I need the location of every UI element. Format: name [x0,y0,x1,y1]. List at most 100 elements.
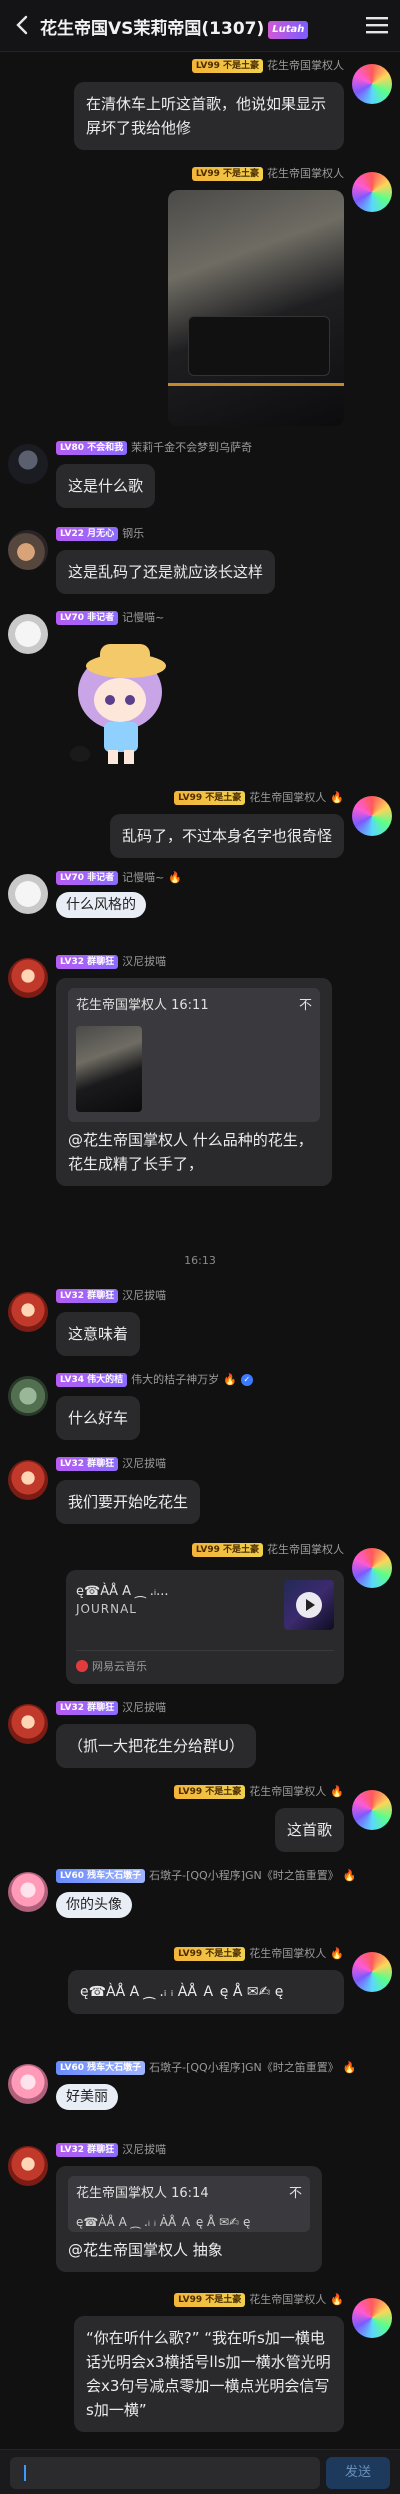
avatar[interactable] [8,1376,48,1416]
sender-meta: LV34 伟大的桔 伟大的桔子神万岁 🔥 ✓ [56,1372,253,1388]
level-badge: LV60 残车大石墩子 [56,1869,146,1883]
message-item: LV99 不是土豪 花生帝国掌权人 🔥 “你在听什么歌?” “我在听s加一横电话光明… [0,2292,400,2442]
avatar[interactable] [8,1460,48,1500]
message-bubble[interactable]: 花生帝国掌权人 16:11 不 @花生帝国掌权人 什么品种的花生，花生成精了长手了… [56,978,332,1186]
message-bubble[interactable]: 你的头像 [56,1892,132,1918]
level-badge: LV34 伟大的桔 [56,1373,128,1387]
avatar[interactable] [352,172,392,212]
avatar[interactable] [8,874,48,914]
level-badge: LV99 不是土豪 [174,2293,246,2307]
sender-meta: LV32 群聊狂 汉尼拔喵 [56,1700,166,1716]
message-item: LV34 伟大的桔 伟大的桔子神万岁 🔥 ✓ 什么好车 [0,1372,400,1448]
sender-name: 石墩子-[QQ小程序]GN《时之笛重置》 [149,1869,339,1882]
level-badge: LV99 不是土豪 [174,1785,246,1799]
sender-meta: LV22 月无心 钢乐 [56,526,144,542]
avatar[interactable] [8,1872,48,1912]
netease-icon [76,1660,88,1672]
sender-meta: LV99 不是土豪 花生帝国掌权人 [191,1542,344,1558]
sender-name: 汉尼拔喵 [122,1701,167,1714]
message-input[interactable] [10,2457,320,2489]
sticker-image[interactable] [48,634,198,774]
chat-title: 花生帝国VS茉莉帝国(1307) Lutah [40,14,309,39]
avatar[interactable] [8,2064,48,2104]
reply-sender: 花生帝国掌权人 16:14 [76,2186,209,2201]
avatar[interactable] [352,2298,392,2338]
level-badge: LV80 不会和我 [56,441,128,455]
sender-name: 汉尼拔喵 [122,1457,167,1470]
menu-icon[interactable] [366,15,388,35]
sender-name: 花生帝国掌权人 [249,1785,327,1798]
music-subtitle: JOURNAL [76,1602,137,1616]
sender-name: 钢乐 [122,527,145,540]
message-bubble[interactable]: 花生帝国掌权人 16:14 不 ę☎ÀÅ A ⁔ .ᵢ ᵢ ÀÅ Ａ ę Å ✉✍… [56,2166,322,2272]
avatar[interactable] [8,444,48,484]
message-bubble[interactable]: ę☎ÀÅ A ⁔ .ᵢ ᵢ ÀÅ Ａ ę Å ✉✍ ę [68,1970,344,2014]
level-badge: LV99 不是土豪 [191,1543,263,1557]
message-bubble[interactable]: 什么好车 [56,1396,141,1440]
level-badge: LV60 残车大石墩子 [56,2061,146,2075]
level-badge: LV70 非记者 [56,871,119,885]
message-bubble[interactable]: 这意味着 [56,1312,141,1356]
message-bubble[interactable]: 这是乱码了还是就应该长这样 [56,550,276,594]
avatar[interactable] [8,530,48,570]
avatar[interactable] [8,1704,48,1744]
avatar[interactable] [8,958,48,998]
image-message[interactable] [168,190,344,426]
timestamp: 16:13 [184,1254,216,1267]
message-bubble[interactable]: 在清休车上听这首歌，他说如果显示屏坏了我给他修 [74,82,344,150]
sender-name: 记慢喵~ [122,871,165,884]
avatar[interactable] [8,2146,48,2186]
avatar[interactable] [352,1790,392,1830]
message-item: LV32 群聊狂 汉尼拔喵 这意味着 [0,1288,400,1364]
level-badge: LV99 不是土豪 [191,167,263,181]
avatar[interactable] [352,64,392,104]
level-badge: LV99 不是土豪 [174,1947,246,1961]
play-icon[interactable] [296,1592,322,1618]
message-bubble[interactable]: 乱码了，不过本身名字也很奇怪 [109,814,344,858]
sender-meta: LV99 不是土豪 花生帝国掌权人 [191,166,344,182]
message-item: LV99 不是土豪 花生帝国掌权人 🔥 ę☎ÀÅ A ⁔ .ᵢ ᵢ ÀÅ Ａ ę Å… [0,1946,400,2052]
message-item: LV99 不是土豪 花生帝国掌权人 [0,166,400,432]
level-badge: LV32 群聊狂 [56,1289,119,1303]
quoted-reply[interactable]: 花生帝国掌权人 16:11 不 [68,988,320,1122]
avatar[interactable] [8,1292,48,1332]
sender-meta: LV70 非记者 记慢喵~ [56,610,164,626]
sender-name: 花生帝国掌权人 [249,791,327,804]
message-bubble[interactable]: 我们要开始吃花生 [56,1480,201,1524]
back-icon[interactable] [10,12,36,38]
message-bubble[interactable]: 这是什么歌 [56,464,156,508]
photo-detail [188,316,330,376]
avatar[interactable] [8,614,48,654]
sender-meta: LV32 群聊狂 汉尼拔喵 [56,2142,166,2158]
message-bubble[interactable]: 好美丽 [56,2084,118,2110]
fire-icon: 🔥 [342,1869,357,1882]
level-badge: LV99 不是土豪 [191,59,263,73]
avatar[interactable] [352,1952,392,1992]
sender-name: 记慢喵~ [122,611,165,624]
divider [76,1650,334,1651]
avatar[interactable] [352,1548,392,1588]
level-badge: LV32 群聊狂 [56,955,119,969]
message-item: LV32 群聊狂 汉尼拔喵 （抓一大把花生分给群U） [0,1700,400,1776]
reply-header: 花生帝国掌权人 16:11 不 [76,994,312,1018]
message-bubble[interactable]: 什么风格的 [56,892,146,918]
sender-name: 石墩子-[QQ小程序]GN《时之笛重置》 [149,2061,339,2074]
sender-meta: LV70 非记者 记慢喵~ 🔥 [56,870,182,886]
message-bubble[interactable]: 这首歌 [274,1808,344,1852]
message-item: LV32 群聊狂 汉尼拔喵 我们要开始吃花生 [0,1456,400,1532]
quoted-reply[interactable]: 花生帝国掌权人 16:14 不 ę☎ÀÅ A ⁔ .ᵢ ᵢ ÀÅ Ａ ę Å ✉✍… [68,2176,310,2232]
music-card[interactable]: ę☎ÀÅ A ⁔ .ᵢ... JOURNAL 网易云音乐 [66,1570,344,1684]
level-badge: LV32 群聊狂 [56,1701,119,1715]
avatar[interactable] [352,796,392,836]
message-bubble[interactable]: （抓一大把花生分给群U） [56,1724,256,1768]
sender-name: 花生帝国掌权人 [267,167,344,180]
fire-icon: 🔥 [223,1373,237,1386]
message-bubble[interactable]: “你在听什么歌?” “我在听s加一横电话光明会x3横括号lls加一横水管光明会x… [74,2316,344,2432]
send-button[interactable]: 发送 [326,2457,390,2489]
quoted-image [76,1026,142,1112]
reply-header: 花生帝国掌权人 16:14 不 [76,2182,302,2206]
message-item: LV32 群聊狂 汉尼拔喵 花生帝国掌权人 16:11 不 @花生帝国掌权人 什么品… [0,954,400,1244]
message-item: LV70 非记者 记慢喵~ [0,610,400,780]
sender-name: 花生帝国掌权人 [249,1947,327,1960]
fire-icon: 🔥 [330,1785,344,1798]
